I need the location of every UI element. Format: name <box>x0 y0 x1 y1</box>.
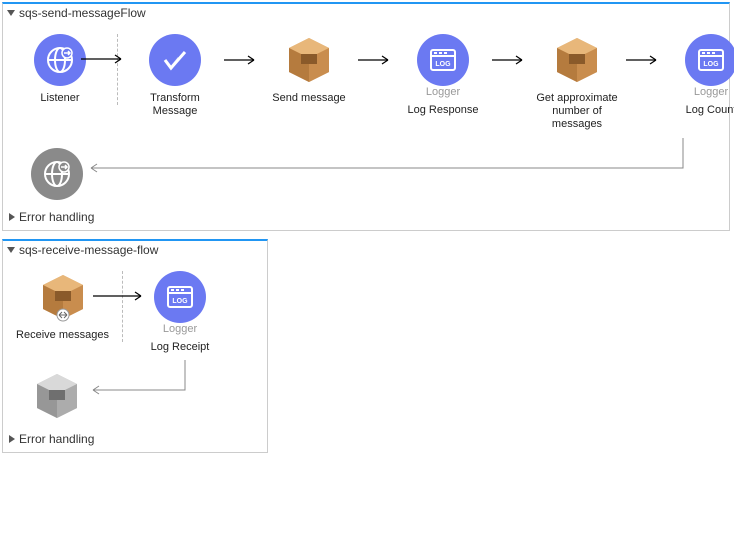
globe-icon <box>34 34 86 86</box>
svg-text:LOG: LOG <box>172 298 188 305</box>
svg-text:LOG: LOG <box>703 61 719 68</box>
logger-receipt-node[interactable]: LOG Logger Log Receipt <box>135 271 225 354</box>
process-zone: Transform Message Send message <box>130 34 734 132</box>
sqs-icon <box>283 34 335 86</box>
log-icon: LOG <box>685 34 734 86</box>
sqs-icon <box>551 34 603 86</box>
logger-response-node[interactable]: LOG Logger Log Response <box>398 34 488 117</box>
sqs-return-icon[interactable] <box>31 370 83 422</box>
node-label: Log Count <box>686 104 734 117</box>
error-handling-toggle[interactable]: Error handling <box>3 206 729 230</box>
flow-header[interactable]: sqs-send-messageFlow <box>3 4 729 22</box>
flow-container-receive[interactable]: sqs-receive-message-flow Receive message… <box>2 239 268 453</box>
error-label: Error handling <box>19 210 94 224</box>
source-zone: Listener <box>15 34 118 105</box>
chevron-right-icon <box>9 213 15 221</box>
node-sublabel: Logger <box>163 323 197 335</box>
get-count-node[interactable]: Get approximate number of messages <box>532 34 622 132</box>
arrow-icon <box>220 34 264 86</box>
node-label: Log Receipt <box>151 341 210 354</box>
log-icon: LOG <box>154 271 206 323</box>
flow-body: Listener Transform Message <box>3 22 729 138</box>
error-label: Error handling <box>19 432 94 446</box>
globe-return-icon[interactable] <box>31 148 83 200</box>
return-arrow-icon <box>83 138 693 198</box>
arrow-icon <box>488 34 532 86</box>
flow-title: sqs-receive-message-flow <box>19 243 158 257</box>
transform-icon <box>149 34 201 86</box>
node-label: Transform Message <box>130 92 220 118</box>
node-sublabel: Logger <box>426 86 460 98</box>
flow-body: Receive messages LOG Logger Log Receipt <box>3 259 267 360</box>
chevron-down-icon[interactable] <box>7 10 15 16</box>
error-handling-toggle[interactable]: Error handling <box>3 428 267 452</box>
log-icon: LOG <box>417 34 469 86</box>
flow-title: sqs-send-messageFlow <box>19 6 146 20</box>
arrow-icon <box>81 54 127 64</box>
node-sublabel: Logger <box>694 86 728 98</box>
flow-header[interactable]: sqs-receive-message-flow <box>3 241 267 259</box>
arrow-icon <box>93 291 149 301</box>
sqs-icon <box>37 271 89 323</box>
arrow-icon <box>622 34 666 86</box>
node-label: Receive messages <box>16 329 109 342</box>
flow-container-send[interactable]: sqs-send-messageFlow Listener <box>2 2 730 231</box>
receive-node[interactable]: Receive messages <box>13 271 113 342</box>
chevron-right-icon <box>9 435 15 443</box>
source-zone: Receive messages <box>15 271 123 342</box>
send-message-node[interactable]: Send message <box>264 34 354 105</box>
listener-node[interactable]: Listener <box>15 34 105 105</box>
return-row <box>3 360 267 428</box>
process-zone: LOG Logger Log Receipt <box>135 271 225 354</box>
node-label: Get approximate number of messages <box>532 92 622 132</box>
svg-text:LOG: LOG <box>435 61 451 68</box>
chevron-down-icon[interactable] <box>7 247 15 253</box>
arrow-icon <box>354 34 398 86</box>
node-label: Log Response <box>408 104 479 117</box>
return-row <box>3 138 729 206</box>
logger-count-node[interactable]: LOG Logger Log Count <box>666 34 734 117</box>
node-label: Listener <box>40 92 79 105</box>
transform-node[interactable]: Transform Message <box>130 34 220 118</box>
return-arrow-icon <box>85 360 205 420</box>
node-label: Send message <box>272 92 345 105</box>
